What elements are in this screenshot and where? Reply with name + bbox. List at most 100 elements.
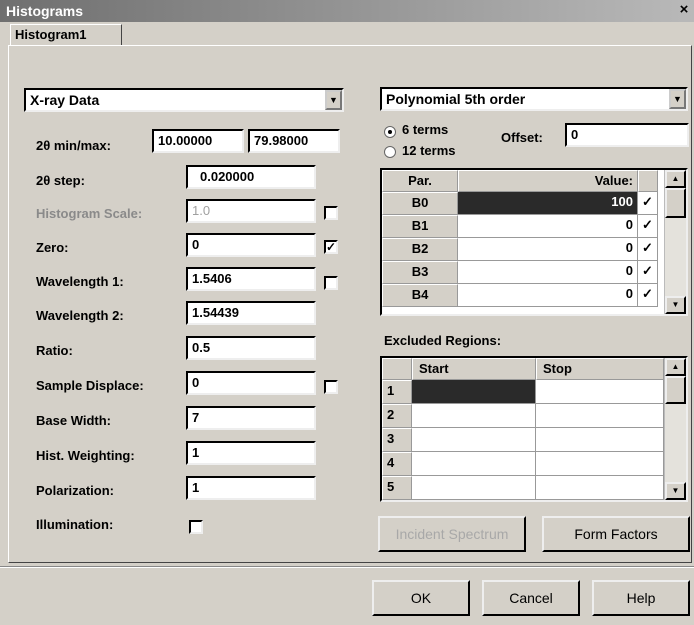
parameters-scrollbar[interactable]: ▲ ▼ [664,170,686,314]
zero-label: Zero: [36,240,69,255]
excluded-row-header: 4 [382,452,412,476]
stop-column-header: Stop [536,358,664,380]
wavelength2-input[interactable]: 1.54439 [186,301,316,325]
ratio-label: Ratio: [36,343,73,358]
scroll-up-icon[interactable]: ▲ [665,358,686,376]
parameter-refine-checkbox[interactable]: ✓ [638,215,658,238]
twelve-terms-radio[interactable] [384,146,396,158]
offset-input[interactable]: 0 [565,123,689,147]
parameter-name: B4 [382,284,458,307]
parameter-refine-checkbox[interactable]: ✓ [638,261,658,284]
scroll-down-icon[interactable]: ▼ [665,482,686,500]
excluded-start-cell[interactable] [412,428,536,452]
excluded-stop-cell[interactable] [536,452,664,476]
ok-button[interactable]: OK [372,580,470,616]
parameter-value[interactable]: 0 [458,284,638,307]
zero-input[interactable]: 0 [186,233,316,257]
par-column-header: Par. [382,170,458,192]
wavelength1-label: Wavelength 1: [36,274,124,289]
ratio-input[interactable]: 0.5 [186,336,316,360]
histograms-dialog: Histograms × Histogram1 X-ray Data ▼ 2θ … [0,0,694,625]
two-theta-minmax-label: 2θ min/max: [36,138,111,153]
polarization-input[interactable]: 1 [186,476,316,500]
background-parameters-grid: Par. Value: B0 100 ✓ B1 0 ✓ B2 0 ✓ B3 0 ✓ B4 0 ✓ ▲ ▼ [380,168,688,316]
two-theta-max-input[interactable]: 79.98000 [248,129,340,153]
six-terms-label: 6 terms [402,122,449,137]
excluded-stop-cell[interactable] [536,404,664,428]
excluded-start-cell[interactable] [412,476,536,500]
excluded-start-cell[interactable] [412,404,536,428]
wavelength1-input[interactable]: 1.5406 [186,267,316,291]
data-type-value: X-ray Data [30,92,100,108]
window-title: Histograms [6,3,84,19]
illumination-label: Illumination: [36,517,114,532]
six-terms-radio[interactable] [384,126,396,138]
histogram-scale-input[interactable]: 1.0 [186,199,316,223]
background-function-value: Polynomial 5th order [386,91,526,107]
close-icon[interactable]: × [676,1,692,19]
twelve-terms-label: 12 terms [402,143,456,158]
step-value: 0.020000 [200,169,255,184]
parameter-value[interactable]: 0 [458,261,638,284]
offset-label: Offset: [501,130,543,145]
parameter-name: B0 [382,192,458,215]
histogram-scale-checkbox[interactable] [324,206,338,220]
excluded-regions-label: Excluded Regions: [384,333,502,348]
excluded-row-header: 3 [382,428,412,452]
divider [0,566,694,568]
scroll-down-icon[interactable]: ▼ [665,296,686,314]
parameter-refine-checkbox[interactable]: ✓ [638,238,658,261]
wavelength1-checkbox[interactable] [324,276,338,290]
sample-displace-label: Sample Displace: [36,378,144,393]
parameter-name: B3 [382,261,458,284]
tab-histogram1[interactable]: Histogram1 [10,24,122,45]
check-column-header [638,170,658,192]
parameter-name: B1 [382,215,458,238]
excluded-start-cell[interactable] [412,452,536,476]
polarization-label: Polarization: [36,483,115,498]
two-theta-step-label: 2θ step: [36,173,85,188]
scroll-up-icon[interactable]: ▲ [665,170,686,188]
corner-header [382,358,412,380]
excluded-start-cell[interactable] [412,380,536,404]
scroll-thumb[interactable] [665,376,686,404]
excluded-stop-cell[interactable] [536,428,664,452]
excluded-row-header: 1 [382,380,412,404]
base-width-label: Base Width: [36,413,111,428]
excluded-scrollbar[interactable]: ▲ ▼ [664,358,686,500]
two-theta-step-input[interactable]: 0.020000 [186,165,316,189]
hist-weighting-input[interactable]: 1 [186,441,316,465]
background-function-select[interactable]: Polynomial 5th order ▼ [380,87,688,111]
sample-displace-input[interactable]: 0 [186,371,316,395]
parameter-value[interactable]: 0 [458,238,638,261]
excluded-row-header: 2 [382,404,412,428]
two-theta-min-input[interactable]: 10.00000 [152,129,244,153]
start-column-header: Start [412,358,536,380]
value-column-header: Value: [458,170,638,192]
base-width-input[interactable]: 7 [186,406,316,430]
excluded-stop-cell[interactable] [536,476,664,500]
parameter-refine-checkbox[interactable]: ✓ [638,284,658,307]
parameter-refine-checkbox[interactable]: ✓ [638,192,658,215]
incident-spectrum-button[interactable]: Incident Spectrum [378,516,526,552]
scroll-thumb[interactable] [665,188,686,218]
wavelength2-label: Wavelength 2: [36,308,124,323]
hist-weighting-label: Hist. Weighting: [36,448,135,463]
data-type-select[interactable]: X-ray Data ▼ [24,88,344,112]
chevron-down-icon[interactable]: ▼ [325,90,342,110]
form-factors-button[interactable]: Form Factors [542,516,690,552]
chevron-down-icon[interactable]: ▼ [669,89,686,109]
excluded-regions-grid: Start Stop 12345 ▲ ▼ [380,356,688,502]
excluded-row-header: 5 [382,476,412,500]
excluded-stop-cell[interactable] [536,380,664,404]
zero-checkbox[interactable]: ✓ [324,240,338,254]
illumination-checkbox[interactable] [189,520,203,534]
histogram-scale-label: Histogram Scale: [36,206,143,221]
sample-displace-checkbox[interactable] [324,380,338,394]
help-button[interactable]: Help [592,580,690,616]
title-bar: Histograms × [0,0,694,22]
cancel-button[interactable]: Cancel [482,580,580,616]
parameter-value[interactable]: 100 [458,192,638,215]
parameter-value[interactable]: 0 [458,215,638,238]
parameter-name: B2 [382,238,458,261]
